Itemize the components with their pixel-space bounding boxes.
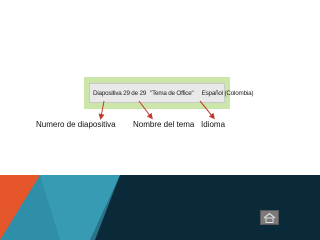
home-icon — [263, 212, 276, 223]
bottom-decorative-band — [0, 175, 320, 240]
home-button[interactable] — [260, 210, 279, 225]
